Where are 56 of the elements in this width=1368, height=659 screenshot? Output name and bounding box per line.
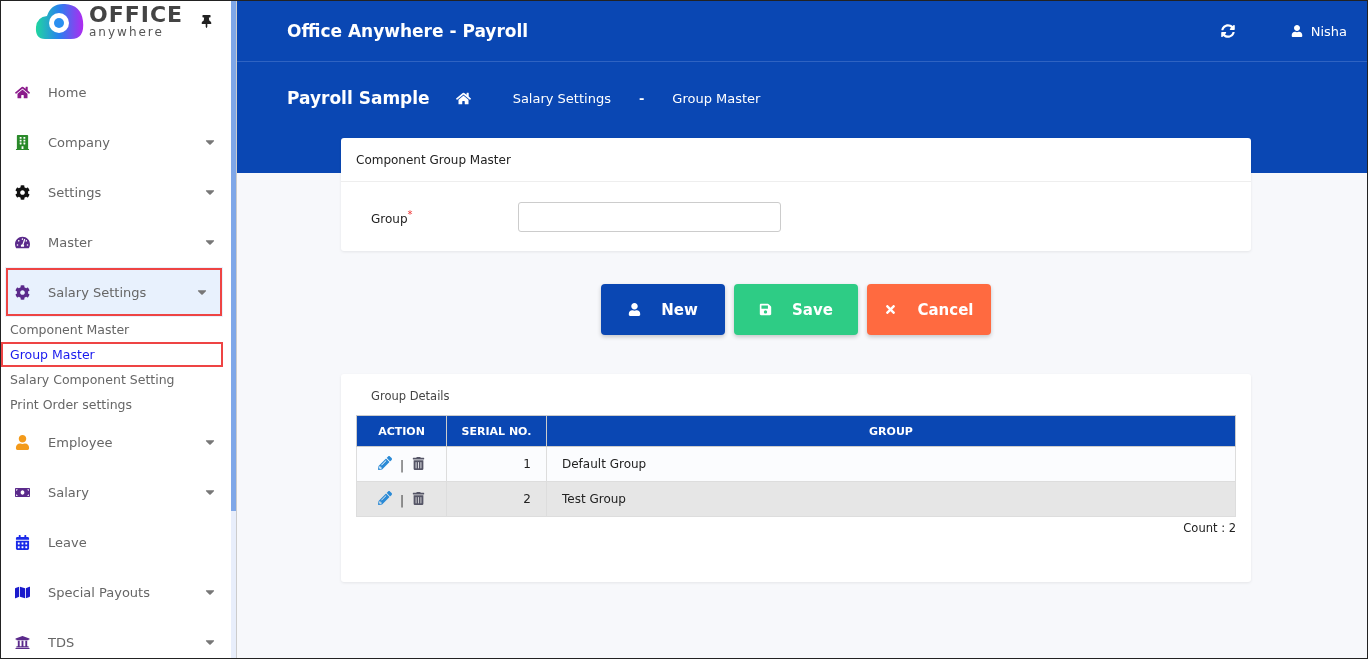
column-header: GROUP: [546, 415, 1236, 447]
home-icon: [15, 84, 30, 100]
app-title: Office Anywhere - Payroll: [287, 21, 530, 41]
user-icon: [1290, 25, 1303, 37]
home-icon[interactable]: [455, 90, 471, 106]
building-icon: [15, 134, 30, 150]
sidebar-item[interactable]: Leave: [1, 517, 231, 567]
gear-icon: [15, 184, 30, 200]
action-separator: |: [399, 493, 404, 508]
submenu-item[interactable]: Print Order settings: [1, 392, 231, 417]
sidebar-item[interactable]: Salary: [1, 467, 231, 517]
table-cell: Default Group: [546, 446, 1236, 482]
breadcrumb-link[interactable]: Salary Settings: [512, 90, 611, 106]
action-separator: |: [399, 458, 404, 473]
sidebar-item[interactable]: Employee: [1, 417, 231, 467]
submenu-item[interactable]: Component Master: [1, 317, 231, 342]
pencil-icon[interactable]: [377, 490, 392, 505]
card-title: Component Group Master: [341, 138, 1251, 182]
sidebar-item[interactable]: Settings: [1, 167, 231, 217]
close-icon: [884, 303, 898, 316]
table-cell: Test Group: [546, 481, 1236, 517]
user-icon: [628, 303, 642, 316]
sidebar-item[interactable]: Home: [1, 67, 231, 117]
field-label: Group$^{*}$: [371, 209, 414, 226]
group-input-field[interactable]: [518, 201, 781, 232]
user-icon: [15, 434, 30, 450]
submenu-item[interactable]: Salary Component Setting: [1, 367, 231, 392]
column-header: SERIAL NO.: [446, 415, 547, 447]
logo-tagline: anywhere: [89, 26, 165, 38]
breadcrumb-link[interactable]: Group Master: [672, 90, 761, 106]
breadcrumb-separator: -: [638, 90, 645, 106]
logo-wordmark: OFFICE: [89, 4, 184, 26]
sidebar-item[interactable]: Company: [1, 117, 231, 167]
sidebar-item[interactable]: Special Payouts: [1, 567, 231, 617]
sidebar-item[interactable]: Master: [1, 217, 231, 267]
column-header: ACTION: [356, 415, 447, 447]
gear-icon: [15, 284, 30, 300]
sidebar-item[interactable]: TDS: [1, 617, 231, 658]
sidebar-item[interactable]: Salary Settings: [5, 267, 223, 317]
trash-icon[interactable]: [412, 491, 425, 505]
table-title: Group Details: [370, 389, 451, 403]
map-icon: [15, 584, 30, 600]
row-count: Count : 2: [1182, 521, 1236, 535]
bank-icon: [15, 634, 30, 650]
calendar-icon: [15, 534, 30, 550]
pin-icon[interactable]: [200, 14, 213, 28]
submenu-item[interactable]: Group Master: [1, 342, 223, 367]
company-name: Payroll Sample: [287, 88, 430, 108]
trash-icon[interactable]: [412, 456, 425, 470]
new-button[interactable]: New: [601, 284, 725, 335]
table-cell: 2: [446, 481, 547, 517]
user-menu[interactable]: Nisha: [1290, 23, 1347, 39]
table-cell: 1: [446, 446, 547, 482]
refresh-icon[interactable]: [1220, 24, 1235, 38]
pencil-icon[interactable]: [377, 455, 392, 470]
gauge-icon: [15, 234, 30, 250]
